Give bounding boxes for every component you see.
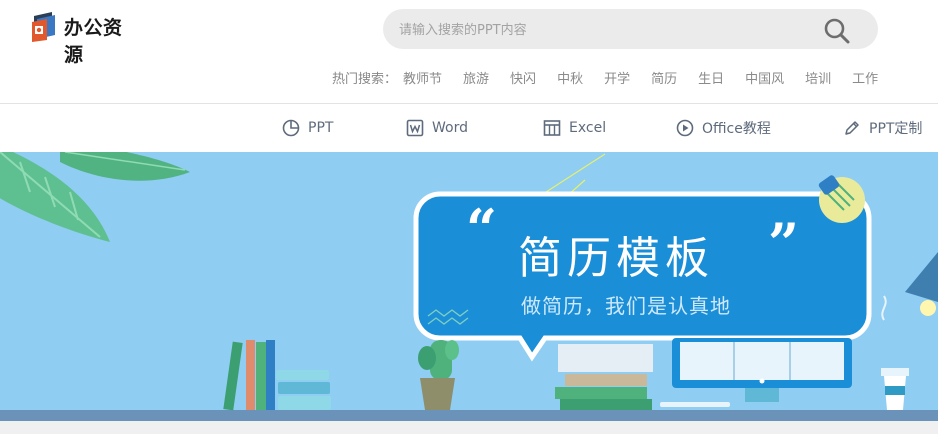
search-input[interactable] — [397, 9, 821, 51]
papers-decoration — [555, 344, 653, 410]
hot-search-item[interactable]: 教师节 — [403, 68, 442, 87]
hot-search-item[interactable]: 中秋 — [557, 68, 583, 87]
nav-label: PPT定制 — [869, 121, 923, 137]
banner-subtitle: 做简历，我们是认真地 — [521, 294, 731, 318]
nav-item-excel[interactable]: Excel — [543, 117, 606, 139]
site-logo[interactable]: 办公资源 — [30, 6, 140, 66]
nav-item-ppt[interactable]: PPT — [282, 117, 333, 139]
search-bar — [383, 9, 878, 51]
hero-banner[interactable]: “ ” 简历模板 做简历，我们是认真地 — [0, 152, 938, 434]
cactus-decoration — [418, 340, 459, 410]
hot-search-item[interactable]: 工作 — [852, 68, 878, 87]
search-button[interactable] — [823, 17, 853, 44]
brand-name: 办公资源 — [64, 17, 123, 66]
play-circle-icon — [676, 119, 694, 137]
logo-icon — [32, 12, 55, 42]
nav-label: Excel — [569, 120, 607, 136]
banner-illustration: “ ” — [0, 152, 938, 434]
hot-search-item[interactable]: 开学 — [604, 68, 630, 87]
nav-item-ppt-custom[interactable]: PPT定制 — [843, 117, 922, 139]
nav-label: PPT — [308, 120, 334, 136]
cup-decoration — [881, 295, 909, 410]
hot-search: 热门搜索： 教师节 旅游 快闪 中秋 开学 简历 生日 中国风 培训 工作 — [332, 68, 878, 87]
hot-search-item[interactable]: 培训 — [805, 68, 831, 87]
hot-search-item[interactable]: 快闪 — [510, 68, 536, 87]
search-icon — [824, 18, 850, 44]
hot-search-label: 热门搜索： — [332, 72, 398, 87]
svg-text:“: “ — [466, 197, 497, 261]
svg-text:”: ” — [768, 211, 799, 275]
nav-label: Word — [432, 120, 468, 136]
word-icon — [406, 119, 424, 137]
hot-search-item[interactable]: 简历 — [651, 68, 677, 87]
books-decoration — [223, 340, 331, 411]
nav-item-word[interactable]: Word — [406, 117, 468, 139]
pen-icon — [845, 121, 859, 135]
table-icon — [543, 120, 561, 136]
monitor-decoration — [660, 338, 852, 407]
hot-search-item[interactable]: 生日 — [698, 68, 724, 87]
leaf-decoration — [0, 152, 190, 242]
lamp-decoration — [905, 252, 938, 316]
nav-label: Office教程 — [702, 121, 771, 137]
hot-search-item[interactable]: 中国风 — [745, 68, 784, 87]
hot-search-item[interactable]: 旅游 — [463, 68, 489, 87]
pie-chart-icon — [282, 119, 300, 137]
nav-item-office-tutorial[interactable]: Office教程 — [676, 117, 771, 139]
main-nav: PPT Word Excel Office教程 PPT定制 — [0, 104, 938, 152]
banner-title: 简历模板 — [518, 233, 714, 284]
site-header: 办公资源 热门搜索： 教师节 旅游 快闪 中秋 开学 简历 生日 中国风 培训 … — [0, 0, 938, 104]
